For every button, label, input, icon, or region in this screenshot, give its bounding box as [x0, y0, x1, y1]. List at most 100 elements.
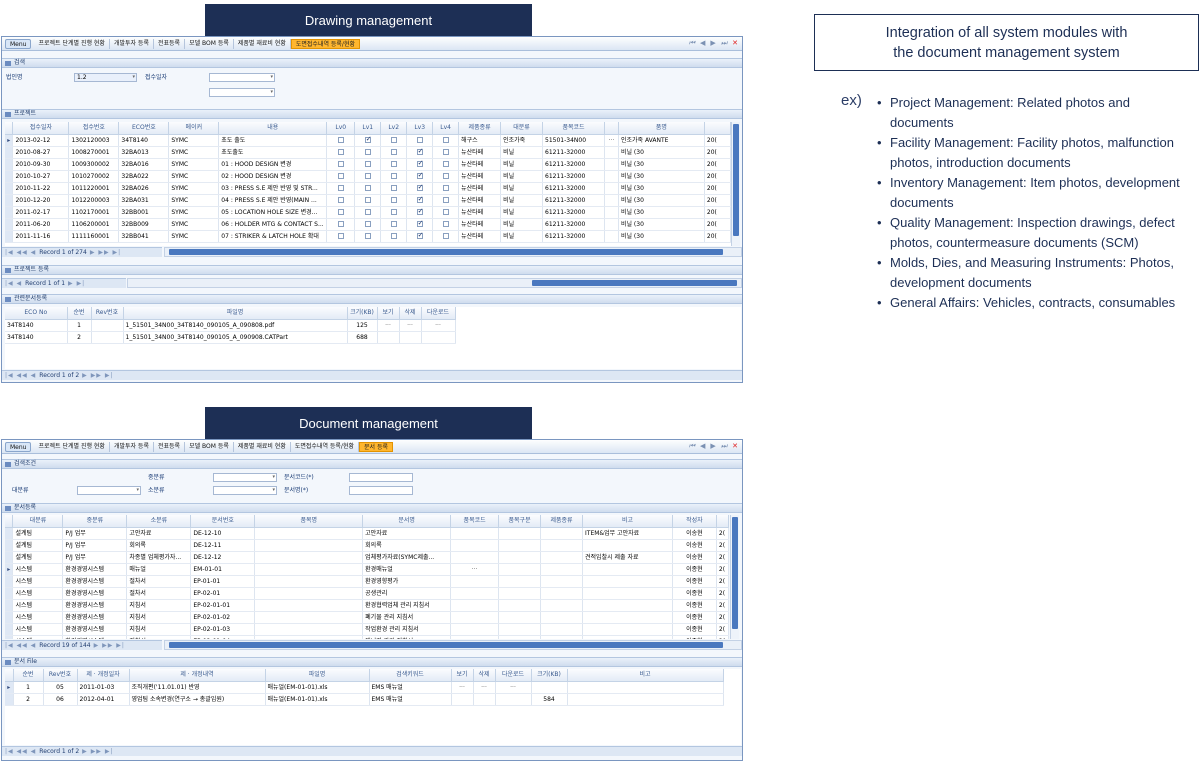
table-row[interactable]: 설계팀 P/J 업무 회의록 DE-12-11 회의록 이송현 2( — [5, 539, 729, 552]
menu-button[interactable]: Menu — [5, 441, 32, 452]
ellipsis-icon[interactable]: ··· — [495, 681, 532, 694]
column-header[interactable]: 제 · 개정일자 — [77, 669, 130, 682]
first-icon[interactable]: ⏮ — [689, 39, 695, 48]
table-row[interactable]: 2010-08-27100827000132BA013SYMC초도출도뉴산타페비… — [5, 146, 731, 159]
column-header[interactable]: ECO No — [5, 307, 68, 320]
column-header[interactable]: 삭제 — [399, 307, 422, 320]
doc-file-record-nav[interactable]: |◀ ◀◀ ◀ Record 1 of 2 ▶ ▶▶ ▶| — [2, 746, 742, 756]
level-checkbox[interactable] — [416, 171, 424, 179]
prev-icon[interactable]: ◀ — [700, 39, 705, 48]
table-row[interactable]: ▸ 시스템 환경경영시스템 매뉴얼 EM-01-01 환경매뉴얼 ··· 이종현 2( — [5, 563, 729, 576]
column-header[interactable] — [704, 122, 731, 135]
column-header[interactable]: 문서명 — [362, 515, 452, 528]
doc-reg-record-nav[interactable]: |◀ ◀◀ ◀ Record 19 of 144 ▶ ▶▶ ▶| — [2, 640, 162, 650]
level-checkbox[interactable] — [442, 197, 449, 203]
level-checkbox[interactable] — [442, 137, 449, 143]
mid-category-select[interactable] — [213, 473, 277, 482]
toolbar-item-active[interactable]: 도면접수내역 등록/현황 — [290, 38, 360, 49]
project-vscroll[interactable] — [731, 122, 740, 246]
level-checkbox[interactable] — [390, 149, 397, 155]
level-checkbox[interactable] — [390, 197, 397, 203]
table-row[interactable]: 2010-12-20 1012200003 32BA031 SYMC 04 : PRES… — [5, 194, 731, 207]
column-header[interactable]: 비고 — [582, 515, 673, 528]
level-checkbox[interactable] — [364, 209, 371, 215]
column-header[interactable]: 검색키워드 — [369, 669, 452, 682]
ellipsis-icon[interactable]: ··· — [604, 134, 619, 147]
big-category-select[interactable] — [77, 486, 141, 495]
column-header[interactable]: Lv1 — [354, 122, 382, 135]
prev-icon[interactable]: ◀ — [700, 442, 705, 451]
column-header[interactable]: 품목구분 — [498, 515, 542, 528]
table-row[interactable]: 시스템 환경경영시스템 지침서 EP-02-01-03 작업환경 관리 지침서 이종현 2( — [5, 623, 729, 636]
level-checkbox[interactable] — [416, 137, 423, 143]
doc-reg-hscroll[interactable] — [164, 640, 742, 650]
column-header[interactable]: 품목명 — [254, 515, 364, 528]
column-header[interactable]: 대분류 — [12, 515, 64, 528]
ellipsis-icon[interactable]: ··· — [399, 319, 422, 332]
level-checkbox[interactable] — [416, 219, 424, 227]
level-checkbox[interactable] — [390, 137, 397, 143]
toolbar-item[interactable]: 제품별 재료비 현황 — [234, 441, 291, 452]
column-header[interactable]: Rev번호 — [43, 669, 78, 682]
last-icon[interactable]: ⏭ — [721, 39, 727, 48]
column-header[interactable]: Lv4 — [432, 122, 460, 135]
first-icon[interactable]: ⏮ — [689, 442, 695, 451]
level-checkbox[interactable] — [390, 185, 397, 191]
toolbar-item[interactable]: 개발투자 등록 — [110, 38, 154, 49]
level-checkbox[interactable] — [337, 161, 344, 167]
project-record-nav[interactable]: |◀ ◀◀ ◀ Record 1 of 274 ▶ ▶▶ ▶| — [2, 247, 162, 257]
ellipsis-icon[interactable]: ··· — [473, 681, 496, 694]
table-row[interactable]: 시스템 환경경영시스템 지침서 EP-02-01-01 환경협력업체 관리 지침서 이종현… — [5, 599, 729, 612]
docs-record-nav[interactable]: |◀ ◀◀ ◀ Record 1 of 2 ▶ ▶▶ ▶| — [2, 370, 742, 380]
level-checkbox[interactable] — [416, 231, 424, 239]
column-header[interactable]: 순번 — [13, 669, 44, 682]
column-header[interactable]: 보기 — [451, 669, 474, 682]
level-checkbox[interactable] — [337, 137, 344, 143]
project-hscroll[interactable] — [164, 247, 742, 257]
table-row[interactable]: 설계팀 P/J 업무 고안자료 DE-12-10 고안자료 ITEM&업무 고안자료 이송현… — [5, 527, 729, 540]
level-checkbox[interactable] — [364, 221, 371, 227]
level-checkbox[interactable] — [390, 173, 397, 179]
column-header[interactable]: Lv0 — [326, 122, 356, 135]
level-checkbox[interactable] — [390, 221, 397, 227]
column-header[interactable]: 보기 — [377, 307, 400, 320]
table-row[interactable]: 시스템 환경경영시스템 지침서 EP-02-01-02 폐기물 관리 지침서 이종현 2( — [5, 611, 729, 624]
level-checkbox[interactable] — [337, 233, 344, 239]
column-header[interactable]: 크기(KB) — [531, 669, 568, 682]
level-checkbox[interactable] — [416, 159, 424, 167]
level-checkbox[interactable] — [442, 233, 449, 239]
level-checkbox[interactable] — [337, 197, 344, 203]
toolbar-item[interactable]: 모델 BOM 등록 — [185, 38, 234, 49]
receipt-date-from[interactable] — [209, 73, 275, 82]
ellipsis-icon[interactable]: ··· — [451, 681, 474, 694]
column-header[interactable]: 파일명 — [265, 669, 370, 682]
table-row[interactable]: 설계팀 P/J 업무 차종별 업체평가자... DE-12-12 업체평가자료(SYMC… — [5, 551, 729, 564]
ellipsis-icon[interactable]: ··· — [421, 319, 456, 332]
table-row[interactable]: 2010-10-27 1010270002 32BA022 SYMC 02 : HOOD… — [5, 170, 731, 183]
next-icon[interactable]: ▶ — [710, 39, 715, 48]
level-checkbox[interactable] — [442, 149, 449, 155]
column-header[interactable] — [716, 515, 729, 528]
toolbar-item[interactable]: 프로젝트 단계별 진행 현황 — [34, 38, 110, 49]
menu-button[interactable]: Menu — [5, 38, 32, 49]
column-header[interactable]: 삭제 — [473, 669, 496, 682]
table-row[interactable]: ▸ 1 05 2011-01-03 조직개편('11.01.01) 반영 매뉴얼(EM-0… — [5, 681, 724, 694]
level-checkbox[interactable] — [364, 161, 371, 167]
doc-name-input[interactable] — [349, 486, 413, 495]
toolbar-item[interactable]: 프로젝트 단계별 진행 현황 — [34, 441, 110, 452]
column-header[interactable]: 크기(KB) — [347, 307, 378, 320]
level-checkbox[interactable] — [364, 173, 371, 179]
column-header[interactable]: Lv2 — [380, 122, 408, 135]
doc-reg-vscroll[interactable] — [730, 515, 739, 639]
toolbar-item[interactable]: 제품별 재료비 현황 — [234, 38, 291, 49]
column-header[interactable]: Lv3 — [406, 122, 434, 135]
level-checkbox[interactable] — [442, 173, 449, 179]
level-checkbox[interactable] — [442, 221, 449, 227]
table-row[interactable]: 2010-11-22 1011220001 32BA026 SYMC 03 : PRES… — [5, 182, 731, 195]
toolbar-item[interactable]: 개발투자 등록 — [110, 441, 154, 452]
next-icon[interactable]: ▶ — [710, 442, 715, 451]
level-checkbox[interactable] — [390, 233, 397, 239]
column-header[interactable]: 품목코드 — [450, 515, 500, 528]
level-checkbox[interactable] — [364, 197, 371, 203]
column-header[interactable]: 제 · 개정내역 — [129, 669, 266, 682]
